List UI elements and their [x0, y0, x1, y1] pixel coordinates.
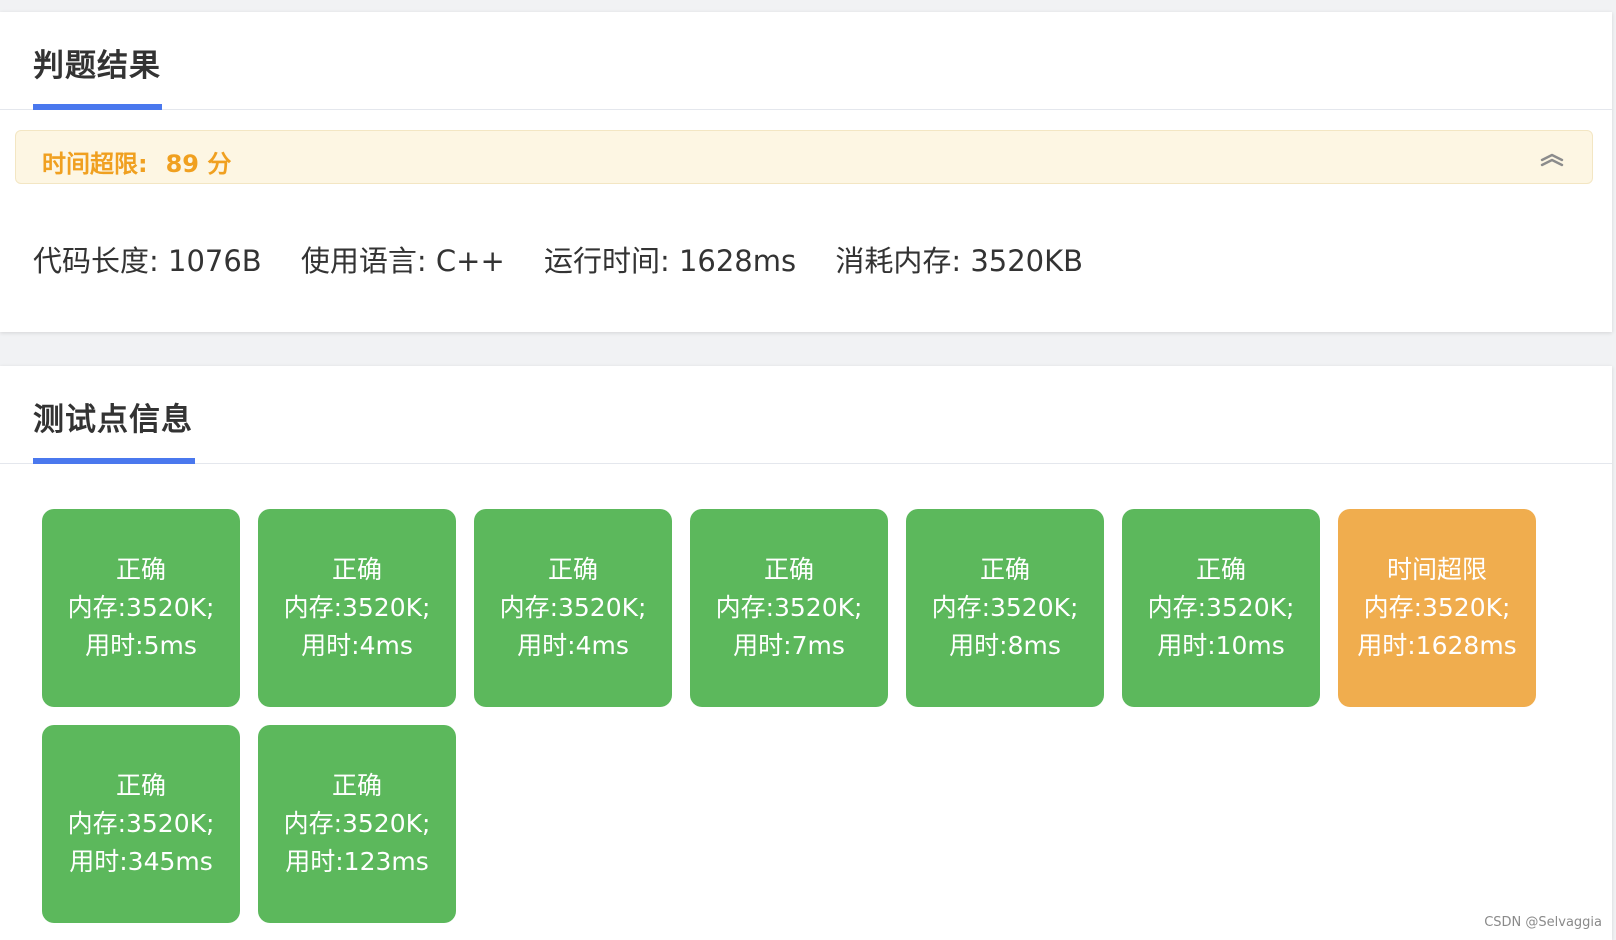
meta-language: 使用语言: C++ — [300, 244, 505, 278]
meta-memory: 消耗内存: 3520KB — [835, 244, 1084, 278]
verdict-score: 89 分 — [165, 150, 232, 178]
test-point-status: 时间超限 — [1386, 555, 1487, 584]
test-points-header: 测试点信息 — [0, 366, 1612, 464]
collapse-button[interactable] — [1536, 143, 1568, 173]
test-point-status: 正确 — [331, 555, 382, 584]
watermark: CSDN @Selvaggia — [1484, 915, 1602, 930]
test-point-memory: 内存:3520K; — [715, 593, 863, 622]
test-point-tile[interactable]: 时间超限内存:3520K; 用时:1628ms — [1338, 509, 1536, 707]
test-points-title: 测试点信息 — [33, 402, 193, 438]
test-point-tile[interactable]: 正确内存:3520K; 用时:4ms — [258, 509, 456, 707]
test-point-memory: 内存:3520K; — [499, 593, 647, 622]
submission-meta: 代码长度: 1076B 使用语言: C++ 运行时间: 1628ms 消耗内存:… — [33, 238, 1113, 280]
test-point-time: 用时:345ms — [69, 847, 213, 876]
test-point-memory: 内存:3520K; — [67, 809, 215, 838]
test-points-card: 测试点信息 正确 内存:3520K; 用时:5ms 正确 内存:3520K; 用时:4ms… — [0, 366, 1612, 940]
test-point-time: 用时:8ms — [949, 631, 1061, 660]
test-point-memory: 内存:3520K; — [67, 593, 215, 622]
test-point-memory: 内存:3520K; — [283, 593, 431, 622]
test-point-memory: 内存:3520K; — [283, 809, 431, 838]
test-point-status: 正确 — [763, 555, 814, 584]
test-point-time: 用时:1628ms — [1357, 631, 1517, 660]
test-point-tile[interactable]: 正确内存:3520K; 用时:8ms — [906, 509, 1104, 707]
test-point-status: 正确 — [1195, 555, 1246, 584]
judge-result-header: 判题结果 — [0, 12, 1612, 110]
verdict-label: 时间超限: — [42, 150, 148, 178]
test-point-time: 用时:5ms — [85, 631, 197, 660]
test-point-tile[interactable]: 正确内存:3520K; 用时:4ms — [474, 509, 672, 707]
test-point-status: 正确 — [547, 555, 598, 584]
test-point-tile[interactable]: 正确内存:3520K; 用时:345ms — [42, 725, 240, 923]
verdict-text: 时间超限: 89 分 — [42, 144, 231, 179]
title-underline — [33, 104, 162, 110]
judge-result-card: 判题结果 时间超限: 89 分 代码长度: 1076B 使用语言: C++ 运行时… — [0, 12, 1612, 332]
judge-result-title: 判题结果 — [33, 48, 161, 84]
test-point-status: 正确 — [115, 771, 166, 800]
meta-run-time: 运行时间: 1628ms — [543, 244, 797, 278]
test-point-memory: 内存:3520K; — [1363, 593, 1511, 622]
test-point-time: 用时:10ms — [1157, 631, 1285, 660]
test-point-time: 用时:7ms — [733, 631, 845, 660]
test-point-tile[interactable]: 正确内存:3520K; 用时:123ms — [258, 725, 456, 923]
meta-code-length: 代码长度: 1076B — [33, 244, 262, 278]
verdict-bar[interactable]: 时间超限: 89 分 — [15, 130, 1593, 184]
test-point-time: 用时:4ms — [517, 631, 629, 660]
test-point-tile[interactable]: 正确内存:3520K; 用时:10ms — [1122, 509, 1320, 707]
test-point-time: 用时:123ms — [285, 847, 429, 876]
title-underline — [33, 458, 195, 464]
test-point-time: 用时:4ms — [301, 631, 413, 660]
test-point-status: 正确 — [979, 555, 1030, 584]
test-point-status: 正确 — [331, 771, 382, 800]
double-chevron-up-icon — [1540, 153, 1564, 167]
test-point-tile[interactable]: 正确内存:3520K; 用时:7ms — [690, 509, 888, 707]
test-point-status: 正确 — [115, 555, 166, 584]
test-points-grid: 正确 内存:3520K; 用时:5ms 正确 内存:3520K; 用时:4ms 正确 内存:3… — [42, 509, 1602, 929]
test-point-memory: 内存:3520K; — [1147, 593, 1295, 622]
test-point-memory: 内存:3520K; — [931, 593, 1079, 622]
test-point-tile[interactable]: 正确内存:3520K; 用时:5ms — [42, 509, 240, 707]
